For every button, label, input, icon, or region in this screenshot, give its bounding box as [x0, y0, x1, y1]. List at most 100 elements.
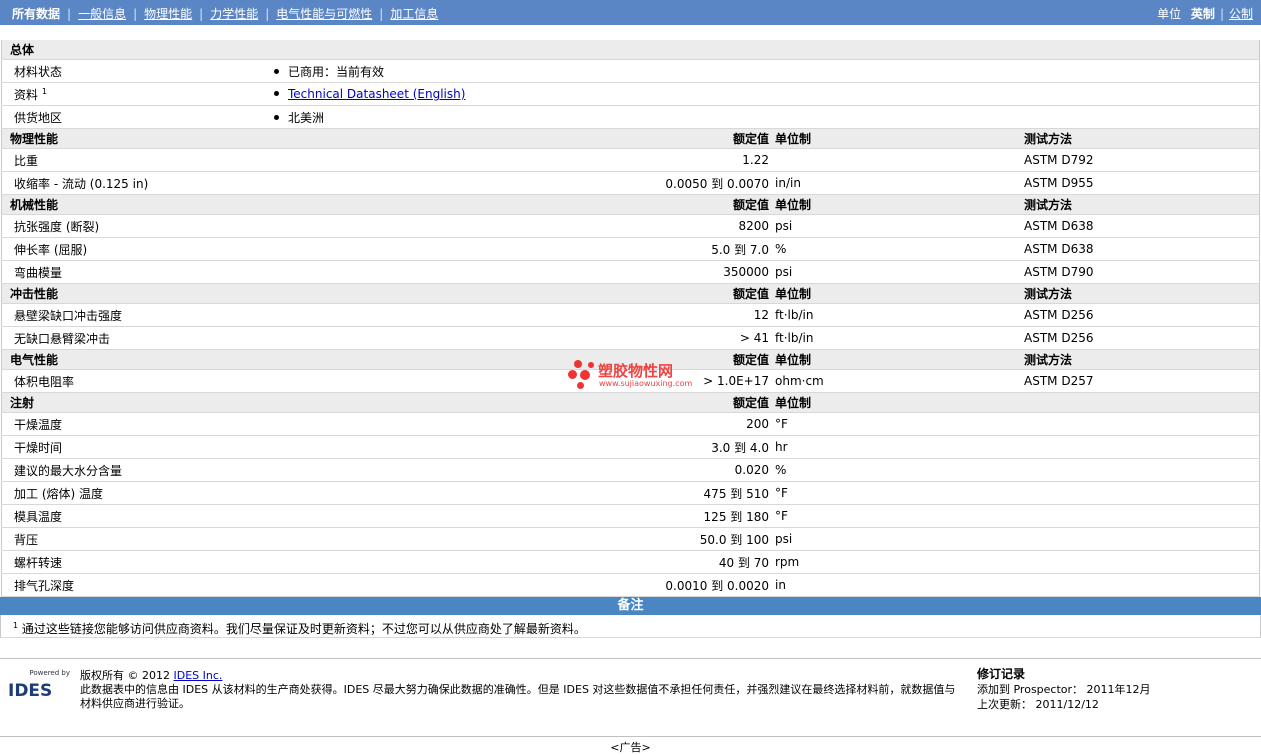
top-navigation-bar: 所有数据 | 一般信息 | 物理性能 | 力学性能 | 电气性能与可燃性 | 加工信息 单位 英制 |… — [0, 0, 1261, 25]
table-row: 伸长率 (屈服) 5.0 到 7.0% ASTM D638 — [1, 237, 1260, 261]
nominal-header: 额定值 — [264, 283, 775, 304]
property-value: 8200 — [264, 214, 775, 238]
table-row: 加工 (熔体) 温度 475 到 510 °F — [1, 481, 1260, 505]
property-unit: psi — [775, 214, 1024, 238]
property-unit: ft·lb/in — [775, 303, 1024, 327]
property-name: 排气孔深度 — [1, 573, 264, 597]
test-method: ASTM D792 — [1024, 148, 1260, 172]
section-title: 总体 — [1, 40, 1260, 60]
unit-header: 单位制 — [775, 128, 1024, 149]
mechanical-rows: 抗张强度 (断裂) 8200 psi ASTM D638 伸长率 (屈服) 5.0 到 7… — [1, 214, 1260, 284]
units-label: 单位 — [1157, 7, 1182, 21]
method-header: 测试方法 — [1024, 349, 1260, 370]
row-label: 供货地区 — [1, 105, 264, 129]
table-row: 材料状态 已商用：当前有效 — [1, 59, 1260, 83]
section-header-mechanical: 机械性能 额定值 单位制 测试方法 — [1, 194, 1260, 215]
tab-general-info[interactable]: 一般信息 — [78, 7, 126, 21]
section-header-general: 总体 — [1, 40, 1260, 60]
injection-rows: 干燥温度 200 °F 干燥时间 3.0 到 4.0 hr 建议的最大水分含量 0.020% 加… — [1, 412, 1260, 597]
property-unit: °F — [775, 412, 1024, 436]
section-header-impact: 冲击性能 额定值 单位制 测试方法 — [1, 283, 1260, 304]
test-method: ASTM D790 — [1024, 260, 1260, 284]
revision-history: 修订记录 添加到 Prospector： 2011年12月 上次更新： 2011… — [977, 667, 1151, 712]
ides-logo-text: IDES — [8, 681, 53, 701]
tab-physical[interactable]: 物理性能 — [144, 7, 192, 21]
test-method: ASTM D955 — [1024, 171, 1260, 195]
test-method: ASTM D638 — [1024, 237, 1260, 261]
tab-processing[interactable]: 加工信息 — [390, 7, 438, 21]
property-value: 5.0 到 7.0 — [264, 237, 775, 261]
property-value: 125 到 180 — [264, 504, 775, 528]
method-header: 测试方法 — [1024, 194, 1260, 215]
technical-datasheet-link[interactable]: Technical Datasheet (English) — [288, 87, 465, 101]
watermark: 塑胶物性网 www.sujiaowuxing.com — [568, 358, 708, 394]
property-name: 体积电阻率 — [1, 369, 264, 393]
table-row: 供货地区 北美洲 — [1, 105, 1260, 129]
watermark-title: 塑胶物性网 — [598, 362, 674, 380]
property-name: 螺杆转速 — [1, 550, 264, 574]
table-row: 干燥时间 3.0 到 4.0 hr — [1, 435, 1260, 459]
method-header: 测试方法 — [1024, 128, 1260, 149]
notes-text: 通过这些链接您能够访问供应商资料。我们尽量保证及时更新资料；不过您可以从供应商处… — [21, 622, 586, 636]
unit-header: 单位制 — [775, 349, 1024, 370]
property-unit: psi — [775, 527, 1024, 551]
property-value: 475 到 510 — [264, 481, 775, 505]
section-header-injection: 注射 额定值 单位制 — [1, 392, 1260, 413]
tab-electrical-flammability[interactable]: 电气性能与可燃性 — [276, 7, 372, 21]
bullet-icon — [274, 68, 279, 74]
property-unit: in/in — [775, 171, 1024, 195]
impact-rows: 悬壁梁缺口冲击强度 12 ft·lb/in ASTM D256 无缺口悬臂梁冲击 > 41… — [1, 303, 1260, 350]
property-name: 加工 (熔体) 温度 — [1, 481, 264, 505]
unit-header: 单位制 — [775, 194, 1024, 215]
section-title: 冲击性能 — [1, 283, 264, 304]
unit-switcher: 单位 英制 | 公制 — [1157, 7, 1253, 21]
copyright-text: 版权所有 © 2012 — [80, 669, 174, 682]
property-unit: hr — [775, 435, 1024, 459]
property-name: 伸长率 (屈服) — [1, 237, 264, 261]
property-value: 0.0050 到 0.0070 — [264, 171, 775, 195]
tab-mechanical[interactable]: 力学性能 — [210, 7, 258, 21]
property-value: > 41 — [264, 326, 775, 350]
property-name: 无缺口悬臂梁冲击 — [1, 326, 264, 350]
table-row: 干燥温度 200 °F — [1, 412, 1260, 436]
section-tabs: 所有数据 | 一般信息 | 物理性能 | 力学性能 | 电气性能与可燃性 | 加工信息 — [12, 7, 439, 21]
nominal-header: 额定值 — [264, 128, 775, 149]
property-value: 350000 — [264, 260, 775, 284]
table-row: 收缩率 - 流动 (0.125 in) 0.0050 到 0.0070 in/in A… — [1, 171, 1260, 195]
ides-inc-link[interactable]: IDES Inc. — [173, 669, 222, 682]
property-unit: % — [775, 237, 1024, 261]
property-name: 干燥时间 — [1, 435, 264, 459]
test-method: ASTM D257 — [1024, 369, 1260, 393]
notes-row: 1 通过这些链接您能够访问供应商资料。我们尽量保证及时更新资料；不过您可以从供应… — [0, 615, 1261, 638]
property-name: 弯曲模量 — [1, 260, 264, 284]
property-unit — [775, 148, 1024, 172]
units-metric-link[interactable]: 公制 — [1229, 7, 1253, 21]
property-name: 干燥温度 — [1, 412, 264, 436]
added-label: 添加到 Prospector： — [977, 683, 1084, 696]
property-unit: rpm — [775, 550, 1024, 574]
bullet-icon — [274, 91, 279, 96]
divider — [0, 638, 1261, 659]
properties-table: 总体 材料状态 已商用：当前有效 资料 1 Technical Datashee… — [1, 40, 1260, 597]
revision-title: 修订记录 — [977, 667, 1026, 681]
table-row: 建议的最大水分含量 0.020% — [1, 458, 1260, 482]
test-method: ASTM D256 — [1024, 326, 1260, 350]
property-unit: % — [775, 458, 1024, 482]
tab-all-data[interactable]: 所有数据 — [12, 7, 60, 21]
physical-rows: 比重 1.22 ASTM D792 收缩率 - 流动 (0.125 in) 0.0050… — [1, 148, 1260, 195]
property-unit: °F — [775, 481, 1024, 505]
method-header: 测试方法 — [1024, 283, 1260, 304]
table-row: 无缺口悬臂梁冲击 > 41 ft·lb/in ASTM D256 — [1, 326, 1260, 350]
units-imperial-selected: 英制 — [1190, 7, 1215, 21]
watermark-url: www.sujiaowuxing.com — [599, 379, 693, 388]
section-title: 机械性能 — [1, 194, 264, 215]
updated-label: 上次更新： — [977, 698, 1032, 711]
table-row: 螺杆转速 40 到 70 rpm — [1, 550, 1260, 574]
property-unit: psi — [775, 260, 1024, 284]
property-value: 0.020 — [264, 458, 775, 482]
table-row: 排气孔深度 0.0010 到 0.0020 in — [1, 573, 1260, 597]
property-value: 40 到 70 — [264, 550, 775, 574]
table-row: 抗张强度 (断裂) 8200 psi ASTM D638 — [1, 214, 1260, 238]
ides-logo: Powered by IDES — [8, 669, 70, 701]
copyright-block: 版权所有 © 2012 IDES Inc. 此数据表中的信息由 IDES 从该材… — [80, 669, 960, 711]
